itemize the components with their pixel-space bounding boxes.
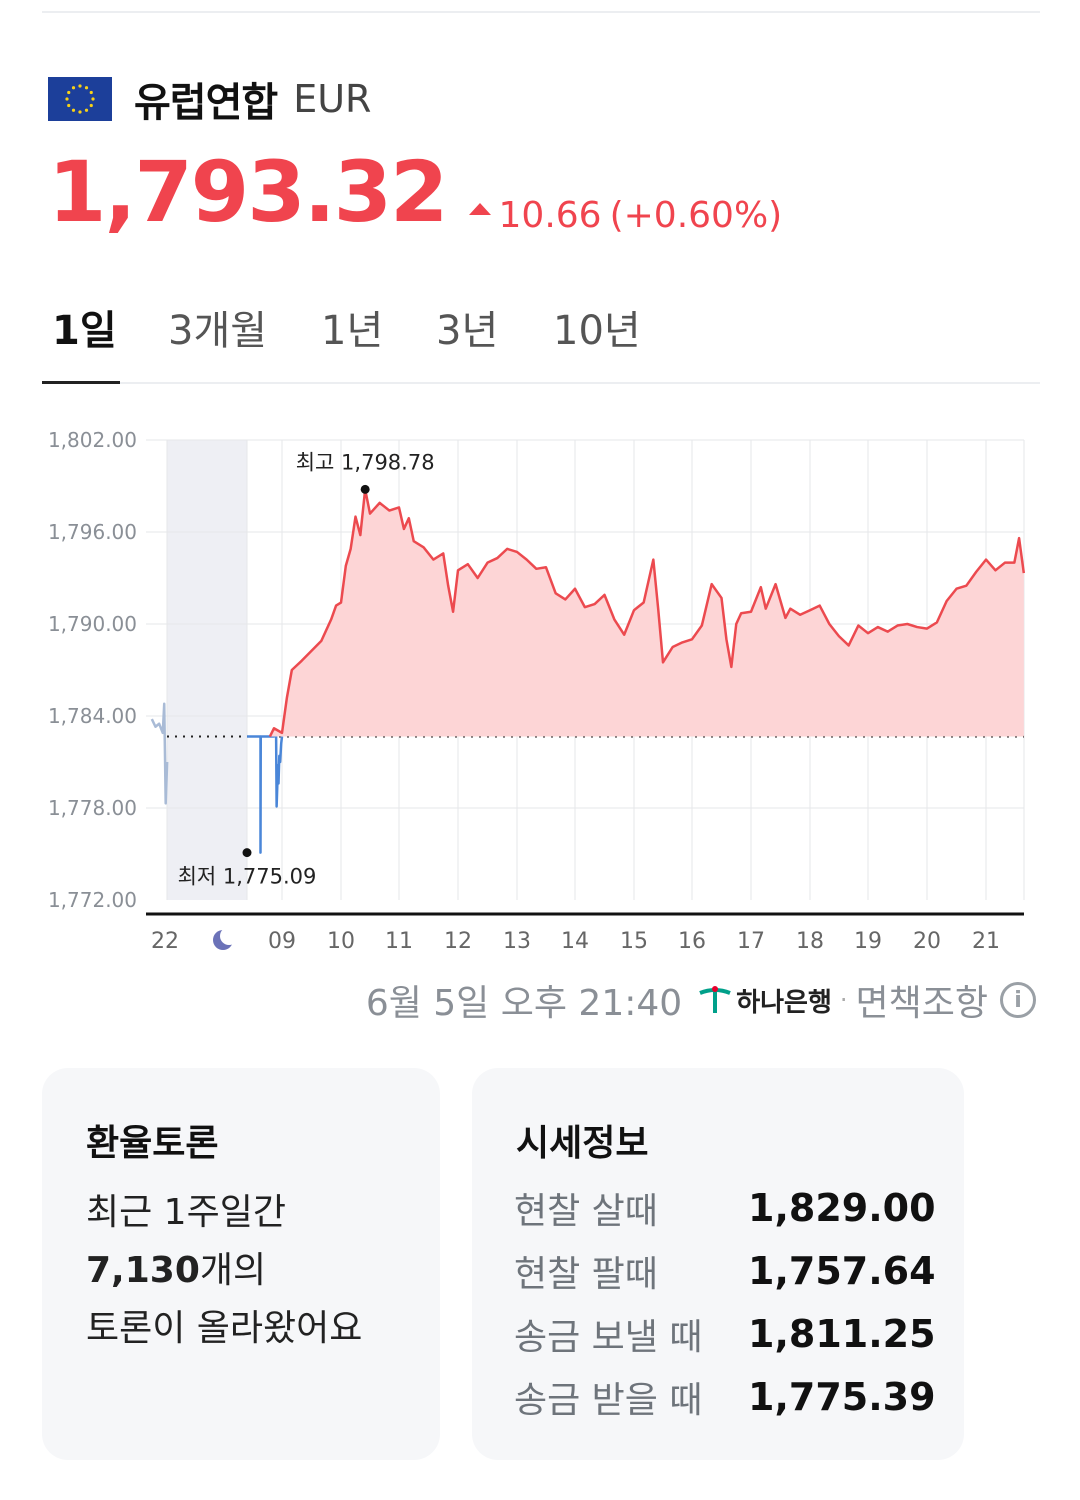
quote-row-cash-sell: 현찰 팔때 1,757.64 — [514, 1239, 936, 1302]
flag-star — [65, 97, 69, 101]
bank-name: 하나은행 — [736, 987, 832, 1018]
x-tick-label: 16 — [678, 929, 706, 954]
night-band — [167, 440, 247, 900]
flag-star — [67, 90, 71, 95]
currency-code: EUR — [293, 77, 372, 121]
quote-label: 송금 보낼 때 — [514, 1316, 703, 1358]
quote-row-remit-send: 송금 보낼 때 1,811.25 — [514, 1302, 936, 1365]
flag-star — [78, 84, 82, 88]
change-amount: 10.66 — [498, 194, 602, 236]
quote-label: 송금 받을 때 — [514, 1379, 703, 1421]
change-percent: (+0.60%) — [609, 194, 783, 236]
debate-line-2: 7,130개의 — [86, 1242, 362, 1300]
quote-value: 1,829.00 — [748, 1185, 936, 1230]
quote-label: 현찰 팔때 — [514, 1253, 658, 1295]
y-tick-label: 1,802.00 — [48, 428, 137, 452]
quote-row-cash-buy: 현찰 살때 1,829.00 — [514, 1176, 936, 1239]
y-tick-label: 1,772.00 — [48, 888, 137, 912]
y-tick-label: 1,790.00 — [48, 612, 137, 636]
tab-3-years[interactable]: 3년 — [436, 298, 498, 356]
y-tick-label: 1,796.00 — [48, 520, 137, 544]
tab-3-months[interactable]: 3개월 — [168, 298, 267, 356]
x-tick-label: 20 — [913, 929, 941, 954]
x-tick-label: 09 — [268, 929, 296, 954]
flag-star — [71, 86, 76, 90]
info-icon[interactable]: i — [1000, 982, 1036, 1018]
flag-star — [71, 108, 76, 112]
price-row: 1,793.32 10.66 (+0.60%) — [48, 150, 782, 236]
tab-1-year[interactable]: 1년 — [321, 298, 383, 356]
debate-line-3: 토론이 올라왔어요 — [86, 1308, 363, 1349]
x-tick-label: 14 — [561, 929, 589, 954]
x-tick-label: 17 — [737, 929, 765, 954]
flag-star — [84, 108, 89, 112]
tab-1-day[interactable]: 1일 — [52, 298, 117, 356]
flag-star — [78, 110, 82, 114]
update-timestamp: 6월 5일 오후 21:40 — [365, 983, 683, 1024]
quote-value: 1,811.25 — [748, 1311, 936, 1356]
series-line-below-baseline — [247, 731, 284, 854]
quote-rows: 현찰 살때 1,829.00 현찰 팔때 1,757.64 송금 보낼 때 1,… — [514, 1176, 936, 1428]
debate-count-suffix: 개의 — [199, 1250, 267, 1291]
debate-line-1: 최근 1주일간 — [86, 1192, 286, 1233]
high-label: 최고 1,798.78 — [296, 450, 435, 474]
flag-star — [67, 103, 71, 108]
active-tab-indicator — [42, 381, 120, 384]
quote-info-card[interactable]: 시세정보 현찰 살때 1,829.00 현찰 팔때 1,757.64 송금 보낼… — [472, 1068, 964, 1460]
x-tick-label: 13 — [503, 929, 531, 954]
x-tick-label: 10 — [327, 929, 355, 954]
flag-star — [89, 90, 93, 95]
separator-dot: · — [839, 986, 848, 1014]
area-fill — [269, 489, 1024, 737]
quote-value: 1,775.39 — [748, 1374, 936, 1419]
disclaimer-link[interactable]: 면책조항 — [856, 974, 988, 1026]
flag-star — [89, 103, 93, 108]
low-label: 최저 1,775.09 — [178, 865, 317, 889]
x-tick-label: 11 — [385, 929, 413, 954]
x-tick-label: 15 — [620, 929, 648, 954]
y-tick-label: 1,778.00 — [48, 796, 137, 820]
currency-header: 유럽연합 EUR — [48, 70, 371, 128]
debate-count: 7,130 — [86, 1250, 200, 1291]
eu-flag-icon — [48, 77, 112, 121]
up-arrow-icon — [468, 203, 491, 215]
current-price: 1,793.32 — [48, 143, 449, 241]
y-tick-label: 1,784.00 — [48, 704, 137, 728]
debate-summary: 최근 1주일간 7,130개의 토론이 올라왔어요 — [86, 1184, 362, 1358]
flag-star — [91, 97, 95, 101]
price-change: 10.66 (+0.60%) — [468, 194, 783, 236]
high-marker — [360, 484, 370, 494]
moon-icon — [213, 927, 238, 950]
top-divider — [42, 11, 1040, 13]
currency-name: 유럽연합 — [134, 80, 278, 126]
x-tick-label: 22 — [151, 929, 179, 954]
quote-label: 현찰 살때 — [514, 1190, 658, 1232]
series-line-previous-day — [150, 702, 169, 805]
x-tick-label: 12 — [444, 929, 472, 954]
quote-row-remit-receive: 송금 받을 때 1,775.39 — [514, 1365, 936, 1428]
period-tabs: 1일 3개월 1년 3년 10년 — [42, 290, 1040, 384]
flag-star — [84, 86, 89, 90]
x-tick-label: 19 — [854, 929, 882, 954]
tab-10-years[interactable]: 10년 — [553, 298, 641, 356]
chart-footer: 6월 5일 오후 21:40 하나은행 · 면책조항 i — [366, 974, 1036, 1026]
hana-bank-logo-icon: 하나은행 — [698, 982, 832, 1019]
x-tick-label: 18 — [796, 929, 824, 954]
exchange-rate-chart[interactable]: 1,802.00 1,796.00 1,790.00 1,784.00 1,778.00… — [0, 410, 1080, 960]
quote-value: 1,757.64 — [748, 1248, 936, 1293]
quote-card-title: 시세정보 — [516, 1123, 649, 1164]
x-tick-label: 21 — [972, 929, 1000, 954]
debate-card-title: 환율토론 — [86, 1123, 219, 1164]
low-marker — [242, 848, 252, 858]
debate-card[interactable]: 환율토론 최근 1주일간 7,130개의 토론이 올라왔어요 — [42, 1068, 440, 1460]
